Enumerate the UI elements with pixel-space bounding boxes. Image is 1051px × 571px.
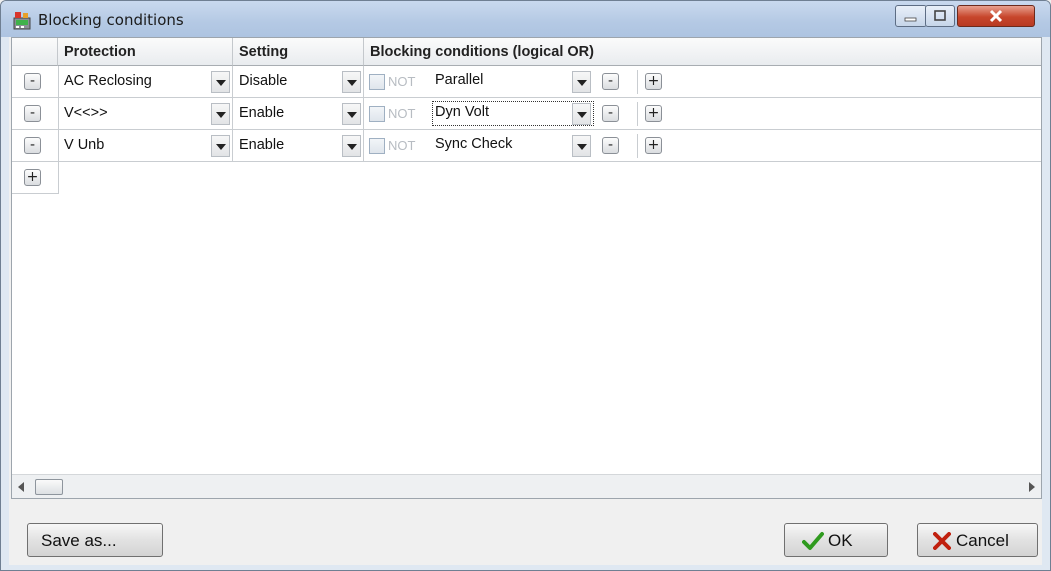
condition-value[interactable]: Dyn Volt: [435, 104, 489, 120]
setting-dropdown-button[interactable]: [342, 71, 361, 93]
scroll-left-icon[interactable]: [18, 482, 26, 492]
checkmark-icon: [802, 532, 824, 550]
save-as-button[interactable]: Save as...: [27, 523, 163, 557]
table-row: - AC Reclosing Disable NOT Parallel - +: [12, 66, 1041, 98]
protection-select[interactable]: V Unb: [58, 130, 233, 161]
remove-row-button[interactable]: -: [24, 73, 41, 90]
not-label: NOT: [388, 138, 416, 153]
horizontal-scrollbar[interactable]: [12, 474, 1041, 498]
protection-value: V<<>>: [64, 105, 108, 121]
maximize-icon: [934, 10, 946, 21]
add-condition-button[interactable]: +: [645, 105, 662, 122]
close-icon: [989, 9, 1003, 23]
blocking-grid: Protection Setting Blocking conditions (…: [11, 37, 1042, 499]
add-row-button[interactable]: +: [24, 169, 41, 186]
divider: [637, 70, 638, 94]
remove-row-button[interactable]: -: [24, 137, 41, 154]
protection-dropdown-button[interactable]: [211, 71, 230, 93]
chevron-down-icon: [216, 112, 226, 118]
setting-value: Enable: [239, 137, 285, 153]
header-blocking-conditions[interactable]: Blocking conditions (logical OR): [364, 38, 1041, 66]
chevron-down-icon: [347, 144, 357, 150]
chevron-down-icon: [216, 144, 226, 150]
title-bar[interactable]: Blocking conditions: [1, 1, 1050, 37]
chevron-down-icon: [216, 80, 226, 86]
table-row: - V Unb Enable NOT Sync Check - +: [12, 130, 1041, 162]
condition-value[interactable]: Sync Check: [435, 136, 512, 152]
ok-label: OK: [828, 531, 853, 550]
cancel-button[interactable]: Cancel: [917, 523, 1038, 557]
cancel-x-icon: [933, 532, 951, 550]
not-checkbox[interactable]: [369, 106, 385, 122]
protection-select[interactable]: V<<>>: [58, 98, 233, 129]
maximize-button[interactable]: [925, 5, 955, 27]
chevron-down-icon: [577, 144, 587, 150]
setting-value: Disable: [239, 73, 288, 89]
window-title: Blocking conditions: [38, 11, 184, 29]
blocking-conditions-window: Blocking conditions Protection Setting B…: [0, 0, 1051, 571]
chevron-down-icon: [347, 80, 357, 86]
header-corner: [12, 38, 58, 66]
scroll-right-icon[interactable]: [1028, 482, 1036, 492]
cancel-label: Cancel: [956, 531, 1009, 550]
header-setting[interactable]: Setting: [233, 38, 364, 66]
setting-value: Enable: [239, 105, 285, 121]
ok-button[interactable]: OK: [784, 523, 888, 557]
condition-dropdown-button[interactable]: [572, 135, 591, 157]
protection-dropdown-button[interactable]: [211, 103, 230, 125]
protection-dropdown-button[interactable]: [211, 135, 230, 157]
save-as-label: Save as...: [41, 531, 117, 550]
close-button[interactable]: [957, 5, 1035, 27]
remove-condition-button[interactable]: -: [602, 73, 619, 90]
protection-value: AC Reclosing: [64, 73, 152, 89]
remove-row-button[interactable]: -: [24, 105, 41, 122]
chevron-down-icon: [577, 80, 587, 86]
setting-dropdown-button[interactable]: [342, 103, 361, 125]
minimize-icon: [904, 17, 917, 22]
header-protection[interactable]: Protection: [58, 38, 233, 66]
protection-value: V Unb: [64, 137, 105, 153]
condition-value[interactable]: Parallel: [435, 72, 483, 88]
not-label: NOT: [388, 106, 416, 121]
not-label: NOT: [388, 74, 416, 89]
protection-select[interactable]: AC Reclosing: [58, 66, 233, 97]
app-icon: [13, 12, 31, 30]
remove-condition-button[interactable]: -: [602, 137, 619, 154]
minimize-button[interactable]: [895, 5, 927, 27]
scrollbar-thumb[interactable]: [35, 479, 63, 495]
chevron-down-icon: [347, 112, 357, 118]
chevron-down-icon: [577, 112, 587, 118]
table-row: - V<<>> Enable NOT Dyn Volt - +: [12, 98, 1041, 130]
add-condition-button[interactable]: +: [645, 73, 662, 90]
setting-dropdown-button[interactable]: [342, 135, 361, 157]
add-row-cell: +: [12, 162, 59, 194]
not-checkbox[interactable]: [369, 138, 385, 154]
divider: [637, 134, 638, 158]
remove-condition-button[interactable]: -: [602, 105, 619, 122]
condition-dropdown-button[interactable]: [572, 71, 591, 93]
add-condition-button[interactable]: +: [645, 137, 662, 154]
condition-dropdown-button[interactable]: [572, 103, 591, 125]
not-checkbox[interactable]: [369, 74, 385, 90]
dialog-body: Protection Setting Blocking conditions (…: [9, 37, 1042, 565]
divider: [637, 102, 638, 126]
